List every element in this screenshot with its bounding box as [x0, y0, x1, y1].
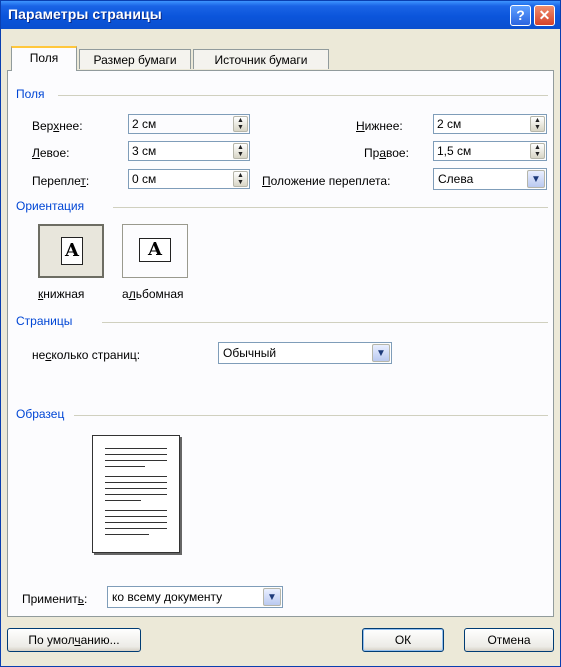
bottom-margin-label: Нижнее:: [356, 119, 403, 133]
apply-to-label: Применить:: [22, 592, 88, 606]
window-title: Параметры страницы: [8, 6, 162, 22]
page-setup-dialog: Параметры страницы ? ✕ Поля Размер бумаг…: [0, 0, 561, 667]
multiple-pages-select[interactable]: Обычный ▼: [218, 342, 392, 364]
left-margin-label: Левое:: [32, 146, 70, 160]
landscape-label: альбомная: [122, 287, 184, 301]
tab-paper-source[interactable]: Источник бумаги: [193, 49, 329, 69]
preview-text-line: [105, 528, 167, 529]
gutter-label: Переплет:: [32, 174, 90, 188]
preview-text-line: [105, 460, 167, 461]
preview-text-line: [105, 476, 167, 477]
tab-strip: Поля Размер бумаги Источник бумаги: [1, 29, 560, 71]
multiple-pages-value: Обычный: [223, 346, 277, 360]
ok-button[interactable]: ОК: [362, 628, 444, 652]
tab-margins[interactable]: Поля: [11, 46, 77, 71]
right-margin-label: Правое:: [364, 146, 409, 160]
landscape-page-icon: A: [139, 238, 171, 262]
bottom-margin-value: 2 см: [437, 117, 462, 131]
preview-text-line: [105, 466, 145, 467]
group-divider: [74, 415, 548, 416]
top-margin-label: Верхнее:: [32, 119, 83, 133]
close-button[interactable]: ✕: [534, 5, 555, 26]
apply-to-select[interactable]: ко всему документу ▼: [107, 586, 283, 608]
preview-text-line: [105, 482, 167, 483]
top-margin-value: 2 см: [132, 117, 157, 131]
preview-text-line: [105, 488, 167, 489]
preview-text-line: [105, 510, 167, 511]
gutter-position-label: Положение переплета:: [262, 174, 391, 188]
landscape-option[interactable]: A: [122, 224, 188, 278]
left-margin-value: 3 см: [132, 144, 157, 158]
preview-text-line: [105, 500, 141, 501]
spin-arrows-icon[interactable]: ▲ ▼: [233, 143, 248, 159]
set-default-button[interactable]: По умолчанию...: [7, 628, 141, 652]
top-margin-spinner[interactable]: 2 см ▲ ▼: [128, 114, 250, 134]
preview-text-line: [105, 448, 167, 449]
cancel-button[interactable]: Отмена: [464, 628, 554, 652]
preview-text-line: [105, 494, 167, 495]
right-margin-spinner[interactable]: 1,5 см ▲ ▼: [433, 141, 547, 161]
apply-to-value: ко всему документу: [112, 590, 223, 604]
gutter-value: 0 см: [132, 172, 157, 186]
spin-arrows-icon[interactable]: ▲ ▼: [530, 143, 545, 159]
chevron-down-icon[interactable]: ▼: [372, 344, 390, 362]
title-bar[interactable]: Параметры страницы ? ✕: [1, 1, 560, 29]
pages-group-label: Страницы: [16, 314, 77, 328]
portrait-page-icon: A: [61, 237, 83, 265]
preview-text-line: [105, 534, 149, 535]
spin-arrows-icon[interactable]: ▲ ▼: [530, 116, 545, 132]
orientation-group-label: Ориентация: [16, 199, 89, 213]
gutter-spinner[interactable]: 0 см ▲ ▼: [128, 169, 250, 189]
group-divider: [102, 322, 548, 323]
bottom-margin-spinner[interactable]: 2 см ▲ ▼: [433, 114, 547, 134]
tab-paper-size[interactable]: Размер бумаги: [79, 49, 191, 69]
chevron-down-icon[interactable]: ▼: [263, 588, 281, 606]
preview-text-line: [105, 522, 167, 523]
spin-arrows-icon[interactable]: ▲ ▼: [233, 171, 248, 187]
group-divider: [113, 207, 548, 208]
gutter-position-select[interactable]: Слева ▼: [433, 168, 547, 190]
portrait-option[interactable]: A: [38, 224, 104, 278]
preview-group-label: Образец: [16, 407, 69, 421]
left-margin-spinner[interactable]: 3 см ▲ ▼: [128, 141, 250, 161]
preview-text-line: [105, 516, 167, 517]
preview-text-line: [105, 454, 167, 455]
spin-arrows-icon[interactable]: ▲ ▼: [233, 116, 248, 132]
right-margin-value: 1,5 см: [437, 144, 472, 158]
tab-panel: Поля Верхнее: 2 см ▲ ▼ Нижнее: 2 см ▲ ▼ Ле…: [7, 70, 554, 617]
chevron-down-icon[interactable]: ▼: [527, 170, 545, 188]
group-divider: [58, 95, 548, 96]
portrait-label: книжная: [38, 287, 85, 301]
multiple-pages-label: несколько страниц:: [32, 348, 141, 362]
page-preview: [92, 435, 180, 553]
margins-group-label: Поля: [16, 87, 49, 101]
gutter-position-value: Слева: [438, 172, 474, 186]
help-button[interactable]: ?: [510, 5, 531, 26]
